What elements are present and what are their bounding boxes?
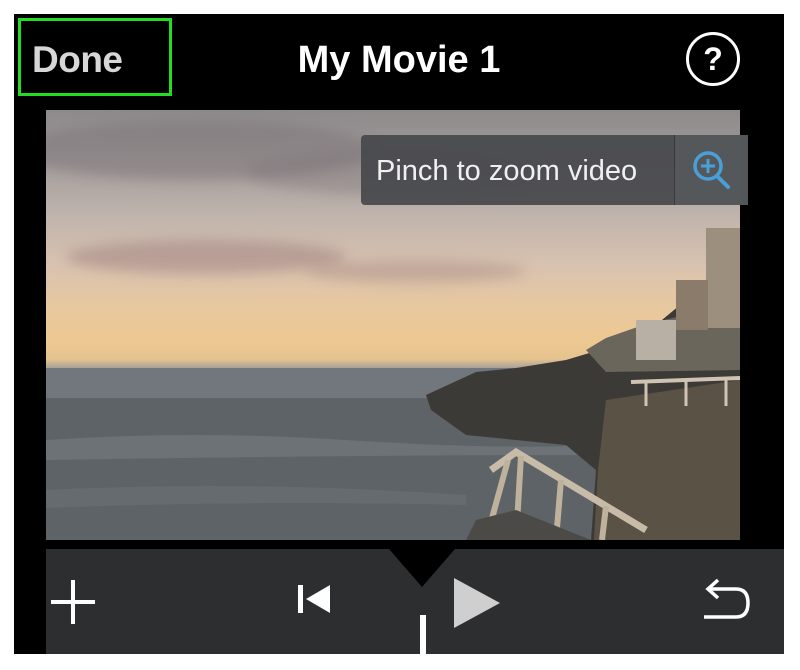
playhead-marker (389, 549, 455, 587)
app-frame: Done My Movie 1 ? Pinch to zoom video (14, 14, 784, 654)
zoom-tooltip: Pinch to zoom video (361, 135, 748, 205)
zoom-in-icon-svg (693, 151, 730, 189)
top-bar: Done My Movie 1 ? (14, 14, 784, 110)
bottom-toolbar (46, 549, 784, 654)
playhead-line[interactable] (420, 615, 426, 654)
help-button[interactable]: ? (686, 32, 740, 86)
play-icon[interactable] (450, 576, 506, 630)
tooltip-text: Pinch to zoom video (376, 155, 638, 187)
add-icon[interactable] (48, 577, 98, 627)
zoom-in-icon[interactable] (674, 135, 748, 205)
undo-icon[interactable] (698, 577, 752, 627)
skip-to-start-icon[interactable] (294, 579, 334, 619)
project-title: My Movie 1 (297, 39, 501, 81)
railing-post (599, 505, 609, 540)
building (706, 228, 740, 328)
building (676, 280, 708, 330)
building (636, 320, 676, 360)
